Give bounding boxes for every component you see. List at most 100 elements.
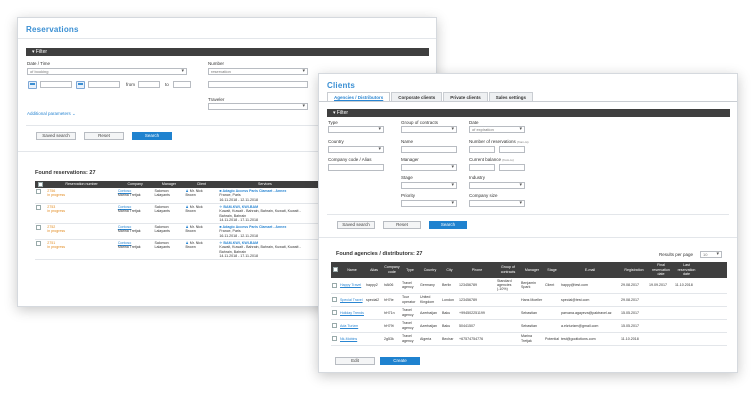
column-header[interactable]: E-mail [560, 262, 620, 278]
reset-button[interactable]: Reset [84, 132, 124, 140]
manager-select[interactable] [401, 164, 457, 171]
number-input[interactable] [208, 81, 308, 88]
column-header[interactable]: Phone [458, 262, 496, 278]
date-type-select[interactable]: of expiration [469, 126, 525, 133]
checkbox[interactable] [332, 267, 338, 273]
name-cell[interactable]: Nk-Mobins [339, 332, 365, 346]
search-button[interactable]: Search [429, 221, 467, 229]
industry-select[interactable] [469, 182, 525, 189]
column-header[interactable]: Company code [383, 262, 401, 278]
select-all-checkbox[interactable] [331, 262, 339, 278]
row-checkbox[interactable] [332, 323, 337, 329]
row-checkbox-cell[interactable] [35, 188, 47, 204]
row-checkbox[interactable] [332, 282, 337, 288]
name-cell[interactable]: Special Travel [339, 293, 365, 307]
column-header[interactable]: Stage [544, 262, 560, 278]
row-checkbox-cell[interactable] [35, 203, 47, 225]
column-header[interactable]: Registration [620, 262, 648, 278]
calendar-icon[interactable] [76, 81, 85, 89]
row-checkbox-cell[interactable] [331, 319, 339, 333]
name-cell[interactable]: Happy Travel [339, 277, 365, 294]
row-checkbox[interactable] [332, 310, 337, 316]
tab-corporate-clients[interactable]: Corporate clients [391, 92, 443, 101]
results-per-page-select[interactable]: 10 [700, 251, 722, 258]
column-header[interactable]: Type [401, 262, 419, 278]
column-header[interactable]: Client [184, 181, 219, 189]
num-res-from-input[interactable] [469, 146, 495, 153]
row-checkbox-cell[interactable] [331, 306, 339, 320]
column-header[interactable]: Company [116, 181, 154, 189]
name-cell[interactable]: Holiday Trends [339, 306, 365, 320]
alias-cell: happy2 [365, 277, 383, 294]
group-select[interactable] [401, 126, 457, 133]
checkbox[interactable] [38, 182, 44, 187]
city-cell: Baku [441, 319, 458, 333]
row-checkbox[interactable] [36, 241, 41, 247]
column-header[interactable]: Country [419, 262, 441, 278]
date-to-input[interactable] [88, 81, 120, 88]
priority-select[interactable] [401, 200, 457, 207]
row-checkbox[interactable] [36, 189, 41, 195]
time-from-input[interactable] [138, 81, 160, 88]
create-button[interactable]: Create [380, 357, 420, 365]
time-to-input[interactable] [173, 81, 191, 88]
row-checkbox[interactable] [332, 336, 337, 342]
balance-to-input[interactable] [499, 164, 525, 171]
column-header[interactable]: Manager [520, 262, 544, 278]
row-checkbox-cell[interactable] [331, 332, 339, 346]
edit-button[interactable]: Edit [335, 357, 375, 365]
table-row[interactable]: Ada Turizm hH79t Travel agency Azerbaijan Ba… [331, 319, 727, 333]
row-checkbox-cell[interactable] [331, 293, 339, 307]
row-checkbox-cell[interactable] [35, 239, 47, 261]
code-input[interactable] [328, 164, 384, 171]
from-label: from [126, 82, 135, 87]
type-select[interactable] [328, 126, 384, 133]
country-select[interactable] [328, 146, 384, 153]
row-checkbox-cell[interactable] [331, 277, 339, 294]
table-row[interactable]: Special Travel special2 hH7te Tour operator… [331, 293, 727, 307]
column-header[interactable]: Alias [365, 262, 383, 278]
column-header[interactable]: Reservation number [46, 181, 117, 189]
number-type-select[interactable]: reservation [208, 68, 308, 75]
name-cell[interactable]: Ada Turizm [339, 319, 365, 333]
column-header[interactable]: Name [339, 262, 365, 278]
additional-parameters-link[interactable]: Additional parameters ⌄ [27, 111, 76, 117]
select-all-checkbox[interactable] [35, 181, 47, 189]
table-row[interactable]: Nk-Mobins 2g53k Travel agency Algeria Bechar… [331, 332, 727, 346]
code-cell: 2g53k [383, 332, 401, 346]
column-header[interactable]: Services [218, 181, 312, 189]
column-header[interactable]: City [441, 262, 458, 278]
row-checkbox-cell[interactable] [35, 223, 47, 241]
column-header[interactable]: Final reservation date [648, 262, 674, 278]
row-checkbox[interactable] [332, 297, 337, 303]
tab-agencies-distributors[interactable]: Agencies / Distributors [327, 92, 391, 101]
table-row[interactable]: Holiday Trends hH71n Travel agency Azerbaij… [331, 306, 727, 320]
traveler-select[interactable] [208, 103, 308, 110]
row-checkbox[interactable] [36, 204, 41, 210]
balance-from-input[interactable] [469, 164, 495, 171]
reservation-state: in progress [47, 229, 66, 234]
column-header[interactable]: Last reservation date [674, 262, 699, 278]
column-header[interactable]: Manager [153, 181, 185, 189]
num-res-to-input[interactable] [499, 146, 525, 153]
date-type-select[interactable]: of booking [27, 68, 187, 75]
company-cell: Contoso Marina Tretjak [116, 239, 154, 261]
saved-search-button[interactable]: Saved search [337, 221, 375, 229]
date-from-input[interactable] [40, 81, 72, 88]
search-button[interactable]: Search [132, 132, 172, 140]
filter-bar[interactable]: ▾ Filter [327, 109, 730, 117]
reset-button[interactable]: Reset [383, 221, 421, 229]
stage-select[interactable] [401, 182, 457, 189]
name-input[interactable] [401, 146, 457, 153]
calendar-icon[interactable] [28, 81, 37, 89]
tab-sales-settings[interactable]: Sales settings [488, 92, 534, 101]
alias-cell [365, 332, 383, 346]
saved-search-button[interactable]: Saved search [36, 132, 76, 140]
table-row[interactable]: Happy Travel happy2 hAt06 Travel agency Germ… [331, 277, 727, 294]
size-select[interactable] [469, 200, 525, 207]
service-cell: ■ Adagio Access Paris Clamart - Annex Fra… [218, 223, 312, 241]
filter-bar[interactable]: ▾ Filter [26, 48, 429, 56]
row-checkbox[interactable] [36, 225, 41, 231]
tab-private-clients[interactable]: Private clients [443, 92, 488, 101]
column-header[interactable]: Group of contracts [496, 262, 520, 278]
